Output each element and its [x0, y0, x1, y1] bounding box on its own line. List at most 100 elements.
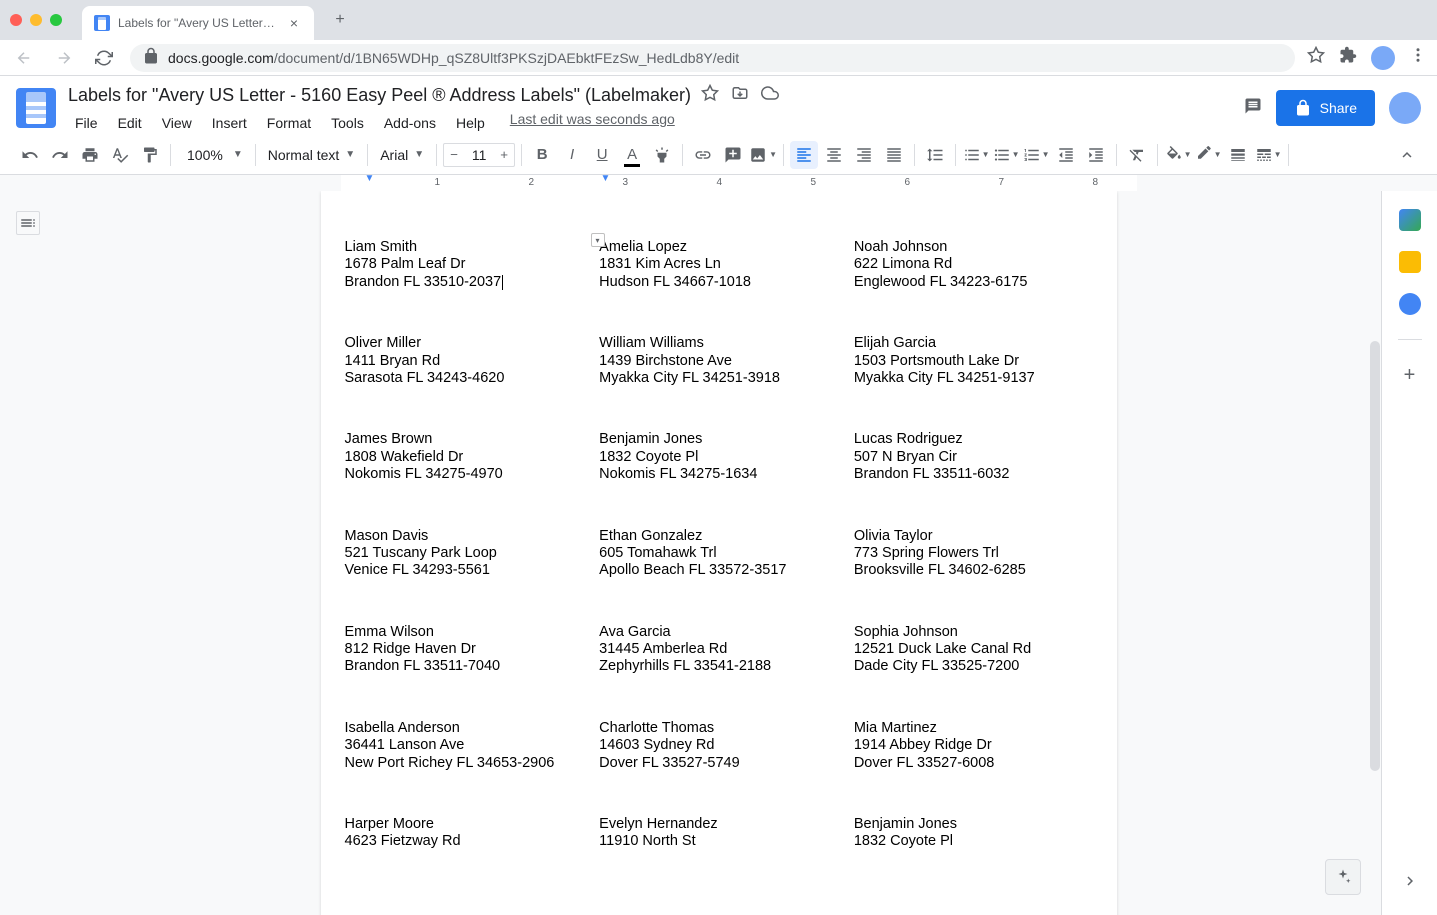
calendar-app-icon[interactable] — [1399, 209, 1421, 231]
keep-app-icon[interactable] — [1399, 251, 1421, 273]
insert-image-button[interactable]: ▼ — [749, 141, 777, 169]
window-maximize-button[interactable] — [50, 14, 62, 26]
font-size-input[interactable] — [464, 147, 494, 163]
browser-tab[interactable]: Labels for "Avery US Letter - 5 × — [82, 6, 314, 40]
user-avatar[interactable] — [1389, 92, 1421, 124]
tab-close-icon[interactable]: × — [286, 15, 302, 31]
address-label-cell[interactable]: Sophia Johnson12521 Duck Lake Canal RdDa… — [854, 624, 1093, 676]
nav-reload-button[interactable] — [90, 44, 118, 72]
address-label-cell[interactable]: James Brown1808 Wakefield DrNokomis FL 3… — [345, 431, 584, 483]
table-handle-icon[interactable]: ▾ — [591, 233, 605, 247]
address-label-cell[interactable]: Benjamin Jones1832 Coyote Pl — [854, 816, 1093, 851]
explore-button[interactable] — [1325, 859, 1361, 895]
address-label-cell[interactable]: Mason Davis521 Tuscany Park LoopVenice F… — [345, 528, 584, 580]
underline-button[interactable]: U — [588, 141, 616, 169]
border-dash-button[interactable]: ▼ — [1254, 141, 1282, 169]
new-tab-button[interactable]: + — [326, 6, 354, 34]
highlight-button[interactable] — [648, 141, 676, 169]
share-button[interactable]: Share — [1276, 90, 1375, 126]
address-label-cell[interactable]: Isabella Anderson36441 Lanson AveNew Por… — [345, 720, 584, 772]
address-label-cell[interactable]: Ava Garcia31445 Amberlea RdZephyrhills F… — [599, 624, 838, 676]
menu-insert[interactable]: Insert — [205, 111, 254, 135]
font-size-increase[interactable]: + — [494, 144, 514, 166]
address-label-cell[interactable]: Oliver Miller1411 Bryan RdSarasota FL 34… — [345, 335, 584, 387]
numbered-list-button[interactable]: ▼ — [1022, 141, 1050, 169]
insert-link-button[interactable] — [689, 141, 717, 169]
border-width-button[interactable] — [1224, 141, 1252, 169]
document-page[interactable]: ▾ Liam Smith1678 Palm Leaf DrBrandon FL … — [321, 191, 1117, 915]
window-close-button[interactable] — [10, 14, 22, 26]
hide-menus-button[interactable] — [1393, 141, 1421, 169]
address-label-cell[interactable]: Lucas Rodriguez507 N Bryan CirBrandon FL… — [854, 431, 1093, 483]
cloud-status-icon[interactable] — [761, 84, 779, 107]
font-select[interactable]: Arial▼ — [374, 147, 430, 163]
horizontal-ruler[interactable]: 1 2 3 4 5 6 7 8 — [0, 175, 1437, 191]
italic-button[interactable]: I — [558, 141, 586, 169]
document-outline-button[interactable] — [16, 211, 40, 235]
menu-view[interactable]: View — [155, 111, 199, 135]
clear-formatting-button[interactable] — [1123, 141, 1151, 169]
redo-button[interactable] — [46, 141, 74, 169]
address-label-cell[interactable]: Harper Moore4623 Fietzway Rd — [345, 816, 584, 851]
docs-logo-icon[interactable] — [16, 88, 56, 128]
address-label-cell[interactable]: Olivia Taylor773 Spring Flowers TrlBrook… — [854, 528, 1093, 580]
align-justify-button[interactable] — [880, 141, 908, 169]
address-label-cell[interactable]: Evelyn Hernandez11910 North St — [599, 816, 838, 851]
address-label-cell[interactable]: Mia Martinez1914 Abbey Ridge DrDover FL … — [854, 720, 1093, 772]
last-edit-link[interactable]: Last edit was seconds ago — [510, 111, 675, 135]
scrollbar-thumb[interactable] — [1370, 341, 1380, 771]
menu-help[interactable]: Help — [449, 111, 492, 135]
menu-format[interactable]: Format — [260, 111, 318, 135]
font-size-decrease[interactable]: − — [444, 144, 464, 166]
extensions-icon[interactable] — [1339, 46, 1357, 69]
address-label-cell[interactable]: Benjamin Jones1832 Coyote PlNokomis FL 3… — [599, 431, 838, 483]
paint-format-button[interactable] — [136, 141, 164, 169]
star-icon[interactable] — [701, 84, 719, 107]
comments-icon[interactable] — [1244, 97, 1262, 120]
line-spacing-button[interactable] — [921, 141, 949, 169]
hide-side-panel-button[interactable] — [1401, 872, 1419, 895]
menu-file[interactable]: File — [68, 111, 105, 135]
increase-indent-button[interactable] — [1082, 141, 1110, 169]
text-color-button[interactable]: A — [618, 141, 646, 169]
bold-button[interactable]: B — [528, 141, 556, 169]
undo-button[interactable] — [16, 141, 44, 169]
menu-addons[interactable]: Add-ons — [377, 111, 443, 135]
align-right-button[interactable] — [850, 141, 878, 169]
address-label-cell[interactable]: Elijah Garcia1503 Portsmouth Lake DrMyak… — [854, 335, 1093, 387]
fill-color-button[interactable]: ▼ — [1164, 141, 1192, 169]
vertical-scrollbar[interactable] — [1369, 339, 1381, 799]
border-color-button[interactable]: ▼ — [1194, 141, 1222, 169]
paragraph-style-select[interactable]: Normal text▼ — [262, 147, 361, 163]
address-label-cell[interactable]: Liam Smith1678 Palm Leaf DrBrandon FL 33… — [345, 239, 584, 291]
spellcheck-button[interactable] — [106, 141, 134, 169]
browser-profile-avatar[interactable] — [1371, 46, 1395, 70]
checklist-button[interactable]: ▼ — [962, 141, 990, 169]
address-label-cell[interactable]: Noah Johnson622 Limona RdEnglewood FL 34… — [854, 239, 1093, 291]
address-label-cell[interactable]: William Williams1439 Birchstone AveMyakk… — [599, 335, 838, 387]
labels-table[interactable]: Liam Smith1678 Palm Leaf DrBrandon FL 33… — [345, 239, 1093, 851]
move-icon[interactable] — [731, 84, 749, 107]
print-button[interactable] — [76, 141, 104, 169]
bulleted-list-button[interactable]: ▼ — [992, 141, 1020, 169]
address-label-cell[interactable]: Emma Wilson812 Ridge Haven DrBrandon FL … — [345, 624, 584, 676]
bookmark-star-icon[interactable] — [1307, 46, 1325, 69]
url-input[interactable]: docs.google.com/document/d/1BN65WDHp_qSZ… — [130, 44, 1295, 72]
nav-back-button[interactable] — [10, 44, 38, 72]
align-left-button[interactable] — [790, 141, 818, 169]
decrease-indent-button[interactable] — [1052, 141, 1080, 169]
zoom-select[interactable]: 100%▼ — [177, 147, 249, 163]
menu-edit[interactable]: Edit — [111, 111, 149, 135]
doc-title[interactable]: Labels for "Avery US Letter - 5160 Easy … — [68, 85, 691, 106]
align-center-button[interactable] — [820, 141, 848, 169]
window-minimize-button[interactable] — [30, 14, 42, 26]
tasks-app-icon[interactable] — [1399, 293, 1421, 315]
add-comment-button[interactable] — [719, 141, 747, 169]
address-label-cell[interactable]: Amelia Lopez1831 Kim Acres LnHudson FL 3… — [599, 239, 838, 291]
get-addons-button[interactable]: + — [1404, 364, 1416, 387]
browser-menu-icon[interactable] — [1409, 46, 1427, 69]
address-label-cell[interactable]: Charlotte Thomas14603 Sydney RdDover FL … — [599, 720, 838, 772]
nav-forward-button[interactable] — [50, 44, 78, 72]
menu-tools[interactable]: Tools — [324, 111, 371, 135]
font-size-stepper[interactable]: − + — [443, 143, 515, 167]
